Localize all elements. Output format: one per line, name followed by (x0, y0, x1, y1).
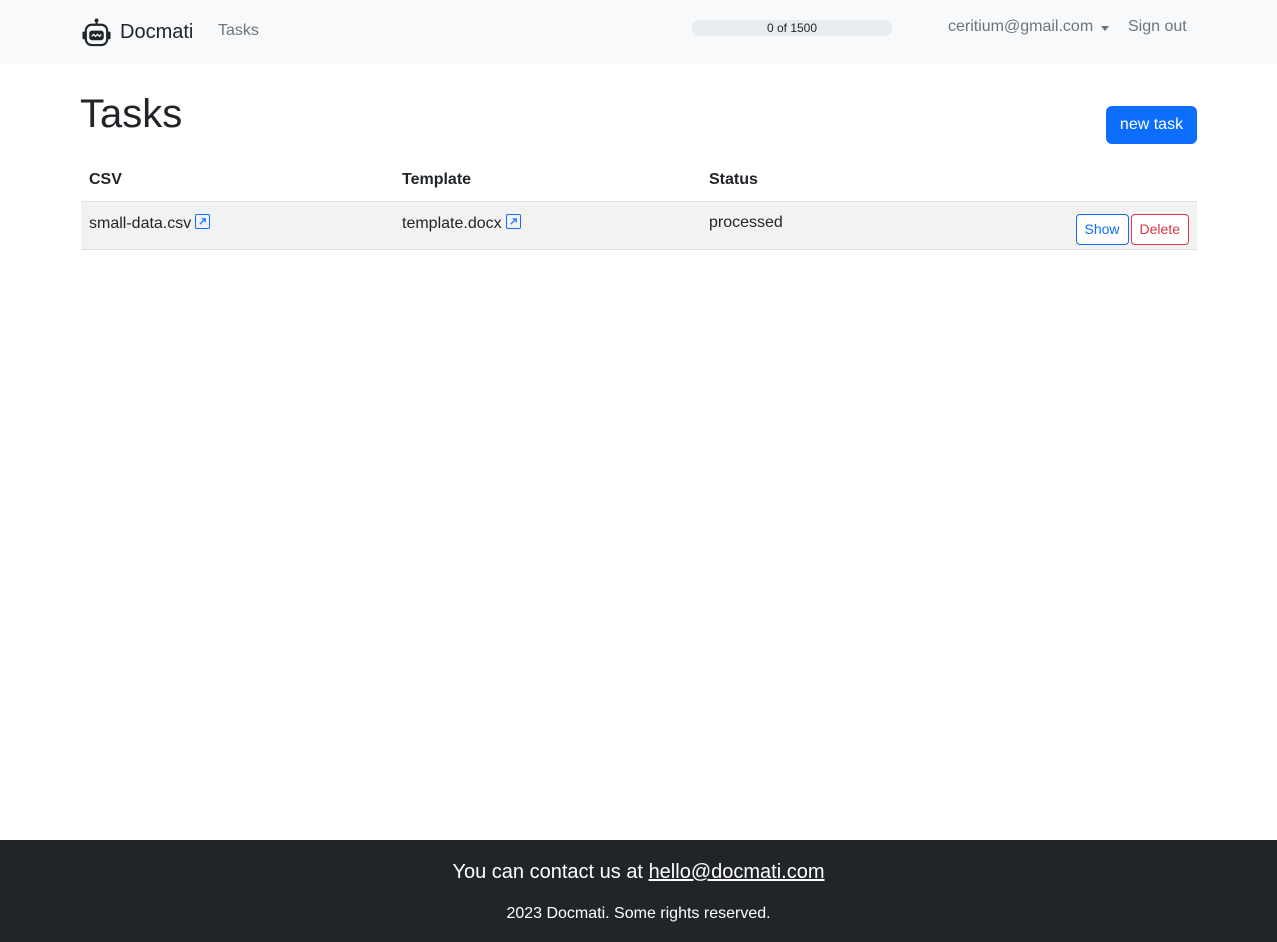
footer-contact-text: You can contact us at (452, 861, 643, 883)
external-link-icon[interactable] (195, 213, 211, 229)
column-header-csv: CSV (81, 160, 394, 202)
brand-name: Docmati (120, 20, 194, 43)
new-task-button[interactable]: new task (1106, 106, 1197, 144)
delete-button[interactable]: Delete (1130, 213, 1189, 245)
actions-cell: Show Delete (1001, 201, 1197, 250)
nav-link-tasks[interactable]: Tasks (218, 22, 259, 40)
footer-contact: You can contact us at hello@docmati.com (0, 861, 1277, 884)
sign-out-link[interactable]: Sign out (1128, 18, 1187, 36)
navbar: Docmati Tasks 0 of 1500 ceritium@gmail.c… (0, 0, 1277, 64)
footer: You can contact us at hello@docmati.com … (0, 840, 1277, 942)
contact-email-link[interactable]: hello@docmati.com (649, 861, 825, 883)
page-title: Tasks (80, 92, 183, 136)
status-cell: processed (701, 201, 1001, 250)
quota-progress-text: 0 of 1500 (766, 21, 818, 35)
template-file-link[interactable]: template.docx (402, 215, 502, 232)
table-header-row: CSV Template Status (81, 160, 1197, 202)
brand-link[interactable]: Docmati (81, 16, 193, 48)
column-header-actions (1001, 160, 1197, 202)
external-link-icon[interactable] (505, 213, 521, 229)
tasks-table: CSV Template Status small-data.csv templ… (81, 160, 1197, 250)
quota-progress-bar: 0 of 1500 (692, 20, 892, 36)
column-header-status: Status (701, 160, 1001, 202)
csv-file-link[interactable]: small-data.csv (89, 215, 191, 232)
footer-copyright: 2023 Docmati. Some rights reserved. (506, 905, 771, 922)
caret-down-icon (1101, 25, 1110, 31)
user-email: ceritium@gmail.com (948, 18, 1094, 35)
table-row: small-data.csv template.docx processed S… (81, 201, 1197, 250)
csv-cell: small-data.csv (81, 201, 394, 250)
template-cell: template.docx (394, 201, 701, 250)
robot-icon (82, 17, 111, 46)
user-dropdown[interactable]: ceritium@gmail.com (948, 18, 1110, 36)
show-button[interactable]: Show (1075, 213, 1129, 245)
column-header-template: Template (394, 160, 701, 202)
